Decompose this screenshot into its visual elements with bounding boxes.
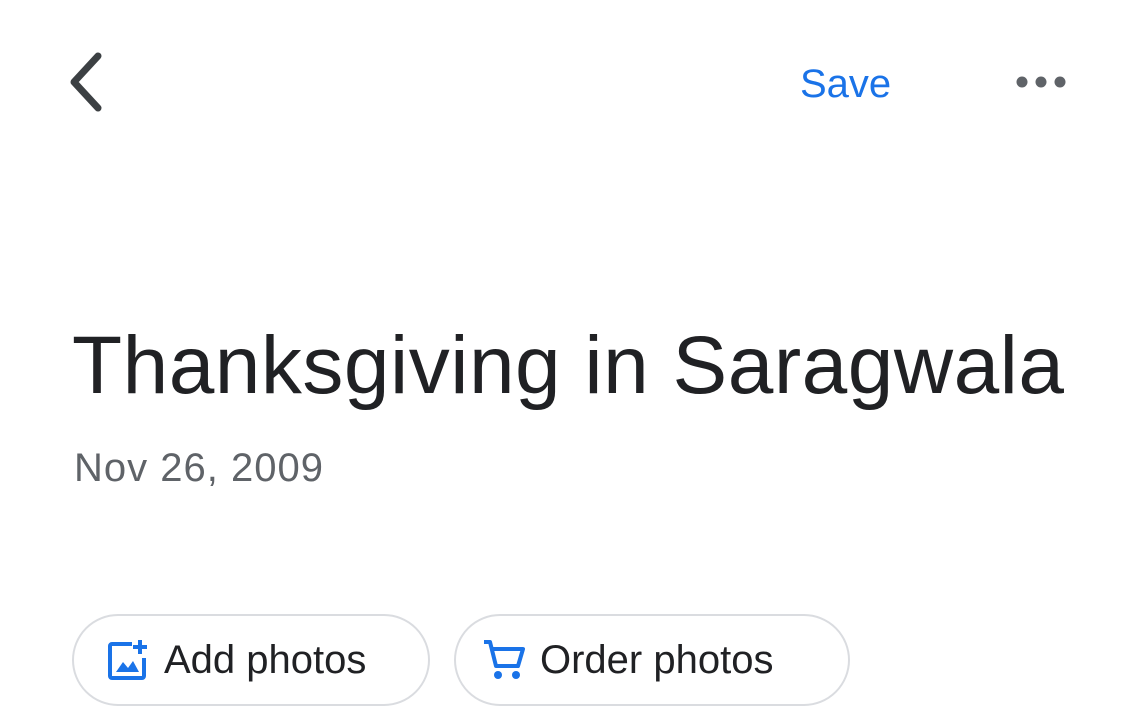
chevron-left-icon: [64, 50, 108, 119]
top-app-bar: Save: [0, 0, 1125, 170]
album-date[interactable]: Nov 26, 2009: [74, 444, 324, 492]
save-button[interactable]: Save: [790, 56, 901, 112]
back-button[interactable]: [56, 48, 116, 120]
more-options-button[interactable]: [1006, 60, 1076, 108]
order-photos-label: Order photos: [540, 638, 774, 682]
add-photos-label: Add photos: [164, 638, 367, 682]
shopping-cart-icon: [480, 636, 528, 684]
add-photos-button[interactable]: Add photos: [72, 614, 430, 706]
order-photos-button[interactable]: Order photos: [454, 614, 850, 706]
album-title[interactable]: Thanksgiving in Saragwala: [72, 316, 1065, 416]
add-photo-icon: [104, 636, 152, 684]
more-horizontal-icon: [1015, 75, 1067, 94]
